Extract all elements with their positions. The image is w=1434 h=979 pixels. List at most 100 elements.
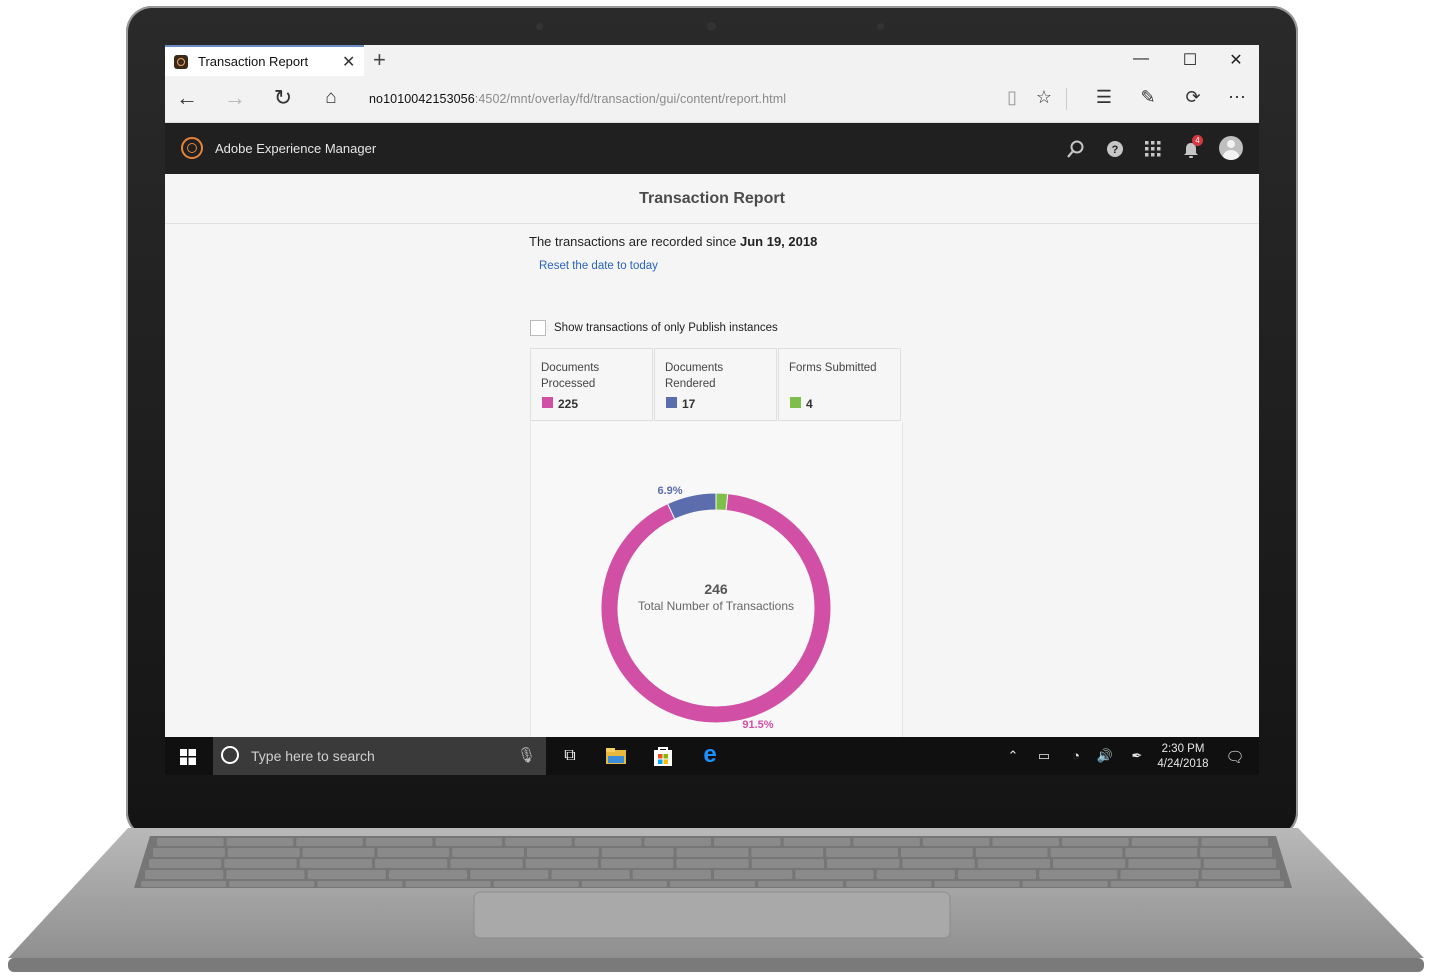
keyboard-key [1131, 838, 1199, 846]
keyboard-key [452, 848, 524, 857]
browser-tab[interactable]: Transaction Report ✕ [165, 45, 364, 76]
keyboard-key [229, 881, 315, 887]
minimize-icon[interactable]: — [1126, 50, 1156, 68]
keyboard-key [157, 838, 224, 846]
close-window-icon[interactable]: ✕ [1221, 50, 1251, 70]
keyboard-key [581, 881, 667, 887]
keyboard-key [149, 859, 222, 868]
keyboard-key [1198, 881, 1284, 887]
back-arrow-icon[interactable]: ← [174, 85, 200, 111]
aem-logo-icon[interactable] [181, 137, 203, 159]
url-path: :4502/mnt/overlay/fd/transaction/gui/con… [474, 92, 787, 106]
aem-favicon-icon [174, 55, 188, 69]
show-hidden-icons-chevron-icon[interactable]: ⌃ [1003, 748, 1023, 764]
microphone-icon[interactable]: 🎙 [517, 746, 536, 764]
keyboard-key [1120, 870, 1199, 879]
keyboard-key [1125, 848, 1198, 857]
share-icon[interactable]: ⟳ [1180, 87, 1206, 108]
edge-browser-icon[interactable]: e [698, 741, 722, 769]
pen-workspace-icon[interactable]: ✒ [1127, 748, 1147, 764]
keyboard-key [435, 838, 503, 846]
windows-start-icon[interactable] [180, 749, 196, 765]
keyboard-key [1062, 838, 1129, 846]
taskbar-clock[interactable]: 2:30 PM 4/24/2018 [1150, 742, 1216, 772]
forward-arrow-icon[interactable]: → [222, 85, 248, 111]
keyboard-key [226, 838, 294, 846]
keyboard-key [1200, 848, 1272, 857]
svg-text:?: ? [1112, 144, 1119, 156]
store-icon[interactable] [652, 745, 676, 767]
reset-date-link[interactable]: Reset the date to today [539, 260, 658, 272]
keyboard-key [375, 859, 448, 868]
keyboard-key [714, 838, 781, 846]
keyboard-key [676, 848, 749, 857]
aem-header: Adobe Experience Manager ? 4 [165, 123, 1259, 174]
card-label: Documents Rendered [665, 362, 724, 390]
card-value: 225 [558, 397, 579, 411]
keyboard-key [922, 838, 990, 846]
battery-icon[interactable]: ▭ [1034, 748, 1054, 764]
keyboard-key [405, 881, 491, 887]
since-date: Jun 19, 2018 [740, 234, 818, 249]
volume-icon[interactable]: 🔊 [1095, 748, 1115, 764]
search-icon[interactable] [1066, 139, 1088, 159]
keyboard-key [1201, 838, 1268, 846]
reading-view-icon[interactable]: ▯ [999, 87, 1025, 108]
keyboard-key [876, 870, 955, 879]
center-total-value: 246 [704, 581, 728, 597]
aem-product-name[interactable]: Adobe Experience Manager [215, 141, 376, 156]
keyboard-key [601, 848, 674, 857]
close-tab-icon[interactable]: ✕ [342, 52, 355, 72]
keyboard-key [846, 881, 932, 887]
keyboard-key [669, 881, 756, 887]
new-tab-icon[interactable]: + [373, 47, 386, 73]
sensor-dot [877, 23, 884, 30]
tab-title: Transaction Report [198, 54, 309, 69]
keyboard-key [505, 838, 572, 846]
taskbar-search-placeholder: Type here to search [251, 748, 375, 764]
web-note-icon[interactable]: ✎ [1135, 87, 1161, 108]
keyboard-key [365, 838, 433, 846]
action-center-icon[interactable]: 🗨 [1225, 748, 1245, 766]
keyboard-key [493, 881, 579, 887]
card-forms-submitted: Forms Submitted 4 [778, 348, 901, 421]
more-options-icon[interactable]: ⋯ [1224, 87, 1250, 108]
keyboard-key [1201, 870, 1280, 879]
card-value: 17 [682, 397, 696, 411]
hub-icon[interactable]: ☰ [1091, 87, 1117, 108]
windows-taskbar: Type here to search 🎙 ⧉ e ⌃ ▭ ◔ 🔊 ✒ 2:30… [165, 737, 1259, 775]
card-label: Forms Submitted [789, 362, 877, 374]
favorite-star-icon[interactable]: ☆ [1031, 87, 1057, 108]
file-explorer-icon[interactable] [605, 747, 629, 765]
help-icon[interactable]: ? [1106, 140, 1128, 158]
keyboard-key [632, 870, 711, 879]
taskbar-search-box[interactable]: Type here to search 🎙 [213, 737, 546, 775]
publish-only-checkbox[interactable] [530, 320, 546, 336]
notification-badge: 4 [1192, 135, 1203, 146]
refresh-icon[interactable]: ↻ [270, 85, 296, 111]
donut-slice-forms-submitted[interactable] [715, 492, 729, 512]
home-icon[interactable]: ⌂ [318, 87, 344, 109]
report-content: Transaction Report The transactions are … [165, 174, 1259, 742]
center-total-label: Total Number of Transactions [638, 599, 794, 613]
maximize-icon[interactable]: ☐ [1175, 50, 1205, 70]
keyboard-key [527, 848, 599, 857]
keyboard-key [934, 881, 1020, 887]
keyboard-key [975, 848, 1048, 857]
chart-panel: 91.5% 6.9% 246 Total Number of Transactio… [530, 422, 903, 742]
task-view-icon[interactable]: ⧉ [558, 747, 582, 765]
transactions-donut-chart: 91.5% 6.9% 246 Total Number of Transactio… [600, 485, 832, 731]
keyboard-key [525, 859, 598, 868]
wifi-icon[interactable]: ◔ [1066, 748, 1086, 763]
keyboard-key [227, 848, 300, 857]
card-label: Documents Processed [541, 362, 600, 390]
laptop-keyboard-base [8, 828, 1424, 972]
apps-grid-icon[interactable] [1144, 140, 1166, 158]
publish-only-label[interactable]: Show transactions of only Publish instan… [554, 322, 778, 334]
url-field[interactable]: no1010042153056:4502/mnt/overlay/fd/tran… [369, 92, 786, 106]
cortana-icon [221, 746, 239, 764]
keyboard-key [1050, 848, 1123, 857]
legend-swatch [666, 397, 677, 408]
user-avatar[interactable] [1219, 136, 1243, 160]
keyboard-key [751, 848, 824, 857]
